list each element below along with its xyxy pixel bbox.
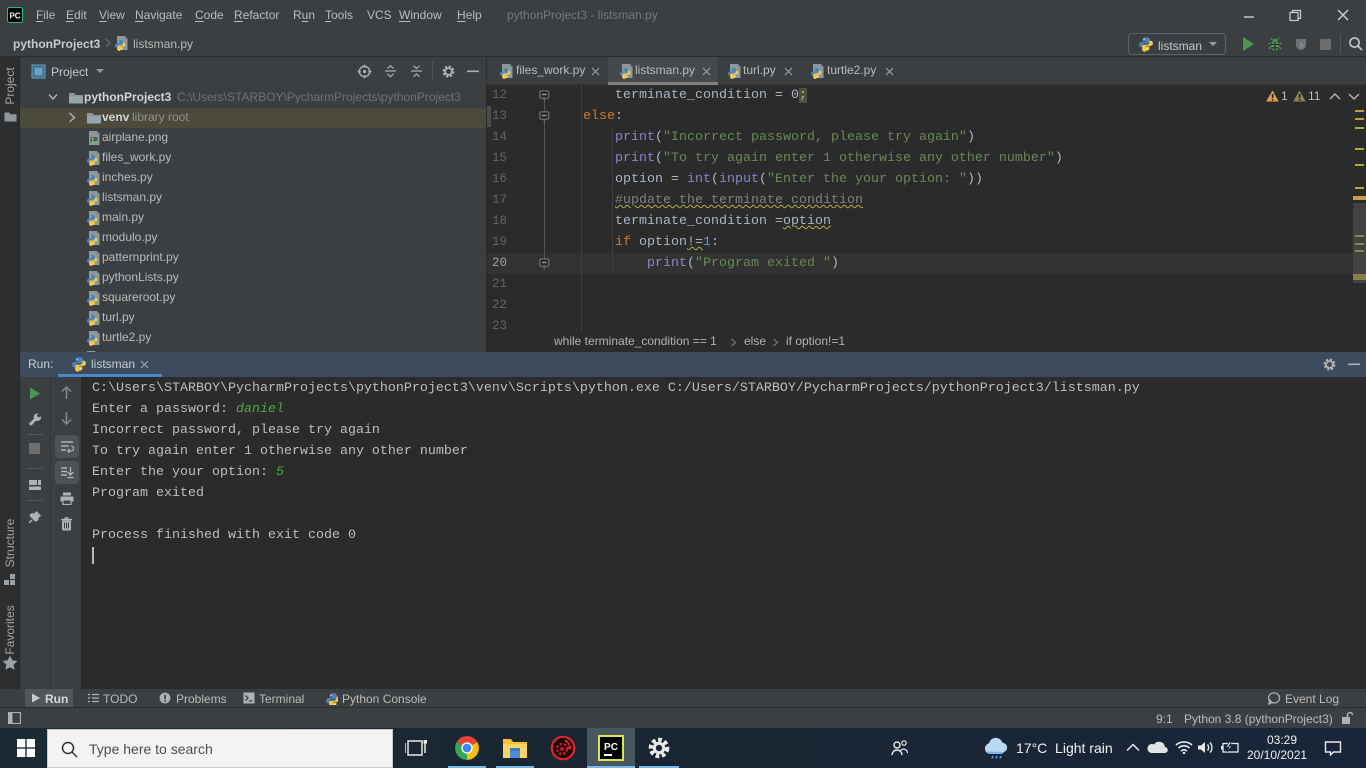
svg-text:PC: PC: [604, 742, 618, 753]
svg-text:PC: PC: [9, 12, 20, 21]
